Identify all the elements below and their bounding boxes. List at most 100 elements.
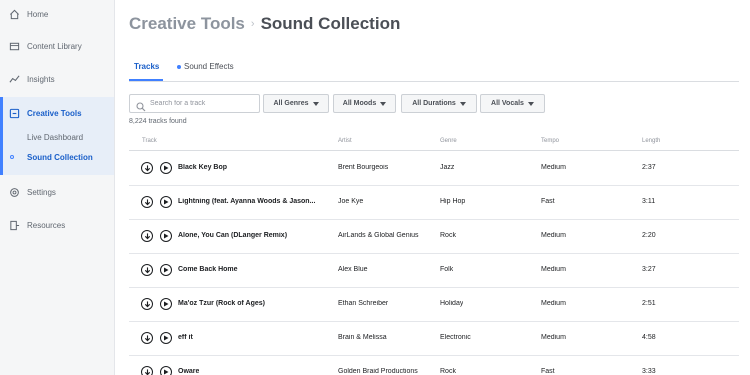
creative-tools-icon — [8, 107, 20, 119]
track-title[interactable]: Alone, You Can (DLanger Remix) — [178, 232, 287, 239]
table-row[interactable]: Ma'oz Tzur (Rock of Ages) Ethan Schreiber… — [129, 288, 739, 322]
table-row[interactable]: Black Key Bop Brent Bourgeois Jazz Medium 2:… — [129, 152, 739, 186]
dropdown-label: All Genres — [273, 100, 309, 107]
search-input[interactable] — [150, 100, 255, 107]
sidebar-subitem-label: Live Dashboard — [27, 132, 84, 142]
download-icon[interactable] — [141, 196, 153, 208]
breadcrumb-separator-icon: › — [250, 18, 255, 30]
sidebar-item-settings[interactable]: Settings — [0, 181, 114, 203]
duration-filter-dropdown[interactable]: All Durations — [401, 94, 477, 113]
track-tempo: Medium — [541, 164, 566, 171]
sidebar-subitem-label: Sound Collection — [27, 152, 93, 162]
mood-filter-dropdown[interactable]: All Moods — [333, 94, 396, 113]
caret-down-icon — [459, 101, 466, 106]
sidebar-item-creative-tools[interactable]: Creative Tools — [0, 102, 114, 124]
track-genre: Rock — [440, 232, 456, 239]
track-genre: Folk — [440, 266, 454, 273]
column-header-length: Length — [642, 138, 661, 144]
breadcrumb-parent[interactable]: Creative Tools — [129, 14, 245, 34]
sidebar-item-label: Settings — [27, 187, 56, 197]
download-icon[interactable] — [141, 162, 153, 174]
track-title[interactable]: Black Key Bop — [178, 164, 227, 171]
play-icon[interactable] — [160, 230, 172, 242]
table-row[interactable]: Lightning (feat. Ayanna Woods & Jason...… — [129, 186, 739, 220]
play-icon[interactable] — [160, 366, 172, 375]
sidebar-item-insights[interactable]: Insights — [0, 68, 114, 90]
page-title: Sound Collection — [260, 14, 401, 33]
track-genre: Jazz — [440, 164, 455, 171]
sidebar-item-label: Resources — [27, 220, 66, 230]
track-artist: Brain & Melissa — [338, 334, 387, 341]
track-length: 2:20 — [642, 232, 656, 239]
table-row[interactable]: Oware Golden Braid Productions Rock Fast 3:3… — [129, 356, 739, 375]
track-title[interactable]: Come Back Home — [178, 266, 238, 273]
dropdown-label: All Durations — [412, 100, 456, 107]
column-header-track: Track — [142, 138, 157, 144]
track-artist: Joe Kye — [338, 198, 364, 205]
track-tempo: Medium — [541, 300, 566, 307]
column-header-tempo: Tempo — [541, 138, 560, 144]
download-icon[interactable] — [141, 298, 153, 310]
insights-icon — [8, 73, 20, 85]
sidebar-item-label: Creative Tools — [27, 108, 82, 118]
track-tempo: Fast — [541, 198, 555, 205]
library-icon — [8, 40, 20, 52]
track-length: 2:51 — [642, 300, 656, 307]
track-length: 2:37 — [642, 164, 656, 171]
caret-down-icon — [527, 101, 534, 106]
track-genre: Holiday — [440, 300, 464, 307]
play-icon[interactable] — [160, 298, 172, 310]
tabs-divider — [129, 81, 739, 82]
new-dot-icon — [177, 64, 181, 69]
home-icon — [8, 8, 20, 20]
track-genre: Rock — [440, 368, 456, 375]
download-icon[interactable] — [141, 366, 153, 375]
sidebar-item-label: Content Library — [27, 41, 82, 51]
sidebar-item-content-library[interactable]: Content Library — [0, 35, 114, 57]
play-icon[interactable] — [160, 332, 172, 344]
tab-tracks[interactable]: Tracks — [134, 62, 159, 71]
caret-down-icon — [380, 101, 387, 106]
genre-filter-dropdown[interactable]: All Genres — [263, 94, 329, 113]
track-genre: Electronic — [440, 334, 471, 341]
active-tab-indicator — [129, 79, 163, 81]
track-artist: Alex Blue — [338, 266, 368, 273]
track-length: 3:11 — [642, 198, 656, 205]
track-genre: Hip Hop — [440, 198, 466, 205]
download-icon[interactable] — [141, 332, 153, 344]
download-icon[interactable] — [141, 264, 153, 276]
vocals-filter-dropdown[interactable]: All Vocals — [480, 94, 545, 113]
track-length: 3:33 — [642, 368, 656, 375]
sidebar: Home Content Library Insights Creative T… — [0, 0, 115, 375]
track-title[interactable]: Ma'oz Tzur (Rock of Ages) — [178, 300, 265, 307]
column-header-artist: Artist — [338, 138, 352, 144]
table-row[interactable]: Alone, You Can (DLanger Remix) AirLands &… — [129, 220, 739, 254]
track-title[interactable]: Oware — [178, 368, 199, 375]
sidebar-item-home[interactable]: Home — [0, 3, 114, 25]
track-length: 4:58 — [642, 334, 656, 341]
settings-icon — [8, 186, 20, 198]
track-artist: Brent Bourgeois — [338, 164, 389, 171]
play-icon[interactable] — [160, 264, 172, 276]
sidebar-item-resources[interactable]: Resources — [0, 214, 114, 236]
track-title[interactable]: Lightning (feat. Ayanna Woods & Jason... — [178, 198, 315, 205]
track-title[interactable]: eff it — [178, 334, 193, 341]
download-icon[interactable] — [141, 230, 153, 242]
track-tempo: Medium — [541, 334, 566, 341]
tab-sound-effects[interactable]: Sound Effects — [177, 62, 234, 71]
table-row[interactable]: eff it Brain & Melissa Electronic Medium 4:5… — [129, 322, 739, 356]
sidebar-item-label: Home — [27, 9, 49, 19]
track-artist: Golden Braid Productions — [338, 368, 418, 375]
column-header-genre: Genre — [440, 138, 457, 144]
track-length: 3:27 — [642, 266, 656, 273]
table-row[interactable]: Come Back Home Alex Blue Folk Medium 3:27 — [129, 254, 739, 288]
tab-label: Sound Effects — [184, 62, 234, 71]
play-icon[interactable] — [160, 162, 172, 174]
sidebar-subitem-live-dashboard[interactable]: Live Dashboard — [0, 128, 114, 146]
play-icon[interactable] — [160, 196, 172, 208]
track-tempo: Medium — [541, 232, 566, 239]
track-artist: AirLands & Global Genius — [338, 232, 419, 239]
sidebar-item-label: Insights — [27, 74, 55, 84]
sidebar-subitem-sound-collection[interactable]: Sound Collection — [0, 148, 114, 166]
search-icon — [136, 99, 146, 111]
